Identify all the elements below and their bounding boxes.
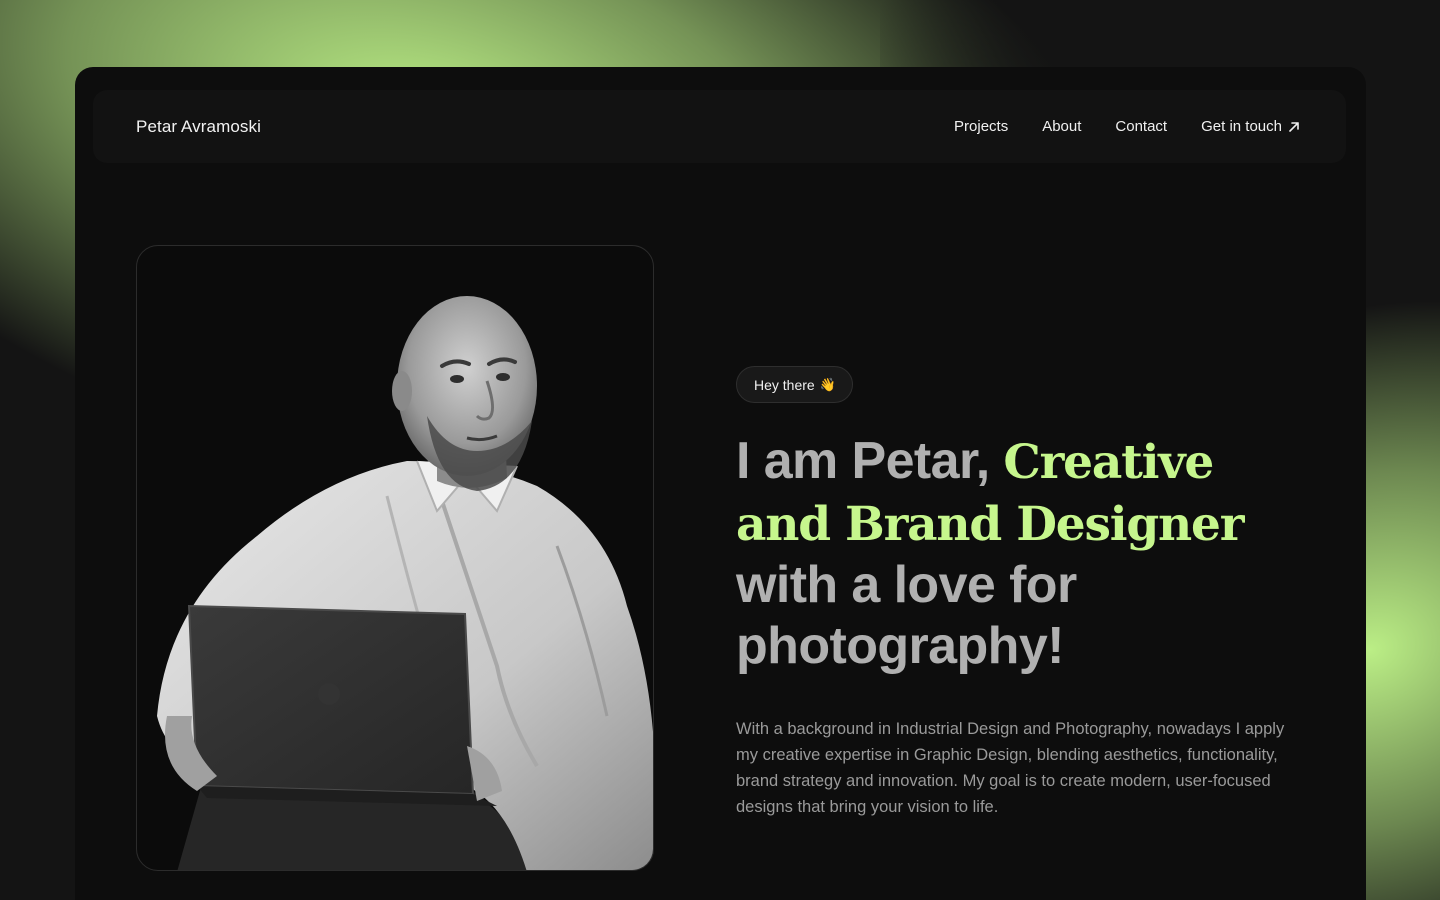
headline-intro: I am Petar, <box>736 432 1004 490</box>
page-frame: Petar Avramoski Projects About Contact G… <box>75 67 1366 900</box>
greeting-badge: Hey there 👋 <box>736 366 853 403</box>
get-in-touch-label: Get in touch <box>1201 118 1282 135</box>
greeting-text: Hey there <box>754 376 815 393</box>
nav-link-contact[interactable]: Contact <box>1115 118 1167 135</box>
hero-content: Hey there 👋 I am Petar, Creative and Bra… <box>736 366 1316 820</box>
brand-name[interactable]: Petar Avramoski <box>136 117 261 137</box>
get-in-touch-link[interactable]: Get in touch <box>1201 118 1300 135</box>
hero-headline: I am Petar, Creative and Brand Designer … <box>736 431 1316 677</box>
nav-link-projects[interactable]: Projects <box>954 118 1008 135</box>
waving-hand-icon: 👋 <box>819 376 836 392</box>
portrait-illustration <box>157 296 653 870</box>
main-nav: Projects About Contact Get in touch <box>954 118 1300 135</box>
nav-link-about[interactable]: About <box>1042 118 1081 135</box>
arrow-up-right-icon <box>1289 121 1299 132</box>
headline-outro: with a love for photography! <box>736 556 1077 675</box>
hero-bio: With a background in Industrial Design a… <box>736 720 1285 816</box>
portrait-photo <box>136 245 654 871</box>
top-navbar: Petar Avramoski Projects About Contact G… <box>93 90 1346 163</box>
